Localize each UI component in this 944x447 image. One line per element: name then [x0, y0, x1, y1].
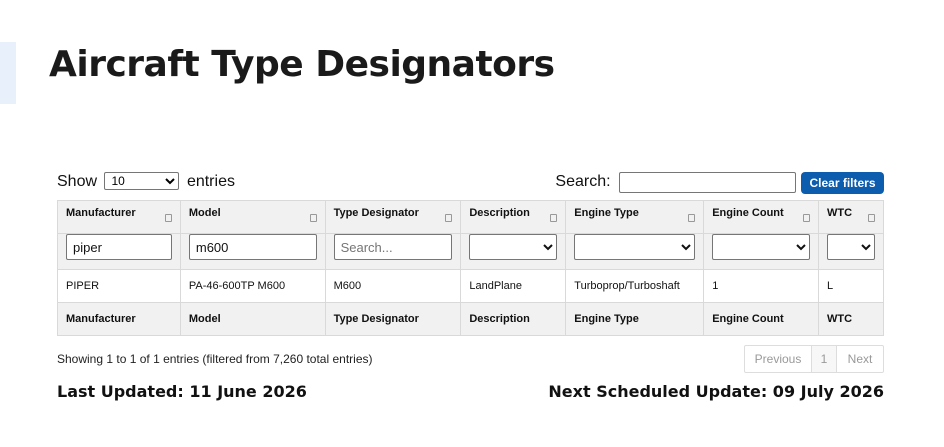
table-info: Showing 1 to 1 of 1 entries (filtered fr… [57, 352, 373, 366]
table-row: PIPER PA-46-600TP M600 M600 LandPlane Tu… [57, 269, 884, 303]
column-header-manufacturer[interactable]: Manufacturer [57, 200, 181, 234]
cell-model: PA-46-600TP M600 [179, 269, 326, 303]
sort-icon [868, 214, 875, 222]
column-header-type-designator[interactable]: Type Designator [324, 200, 462, 234]
page-length-control: Show 10 entries [57, 172, 235, 191]
model-filter-input[interactable] [188, 234, 317, 260]
sort-icon [445, 214, 453, 222]
column-header-model[interactable]: Model [179, 200, 326, 234]
cell-wtc: L [818, 269, 884, 303]
column-header-wtc[interactable]: WTC [818, 200, 884, 234]
next-page-button[interactable]: Next [837, 346, 883, 372]
aircraft-table: Manufacturer Model Type Designator Descr… [57, 200, 884, 336]
footer-description: Description [460, 302, 567, 336]
search-label: Search: [555, 173, 611, 190]
footer-engine-type: Engine Type [565, 302, 705, 336]
footer-wtc: WTC [818, 302, 884, 336]
cell-description: LandPlane [460, 269, 567, 303]
sort-icon [164, 214, 172, 222]
description-filter-select[interactable] [469, 234, 558, 260]
column-header-engine-type[interactable]: Engine Type [565, 200, 705, 234]
sort-icon [803, 214, 810, 222]
entries-label: entries [186, 173, 235, 190]
column-header-description[interactable]: Description [460, 200, 567, 234]
next-scheduled-update: Next Scheduled Update: 09 July 2026 [548, 382, 884, 401]
type-designator-filter-input[interactable] [333, 234, 453, 260]
footer-model: Model [179, 302, 326, 336]
engine-type-filter-select[interactable] [574, 234, 696, 260]
global-search-control: Search: [555, 172, 796, 193]
show-label: Show [57, 173, 98, 190]
footer-row: Manufacturer Model Type Designator Descr… [57, 302, 884, 336]
engine-count-filter-select[interactable] [712, 234, 810, 260]
sort-icon [309, 214, 317, 222]
left-accent-bar [0, 42, 16, 104]
cell-manufacturer: PIPER [57, 269, 181, 303]
wtc-filter-select[interactable] [827, 234, 875, 260]
table-controls: Show 10 entries Search: Clear filters [57, 170, 884, 196]
page-title: Aircraft Type Designators [49, 44, 555, 85]
cell-type-designator: M600 [324, 269, 462, 303]
last-updated: Last Updated: 11 June 2026 [57, 382, 307, 401]
header-row: Manufacturer Model Type Designator Descr… [57, 200, 884, 234]
column-header-engine-count[interactable]: Engine Count [703, 200, 819, 234]
sort-icon [688, 214, 696, 222]
previous-page-button[interactable]: Previous [745, 346, 811, 372]
cell-engine-type: Turboprop/Turboshaft [565, 269, 705, 303]
filter-row [57, 233, 884, 270]
sort-icon [550, 214, 558, 222]
page-1-button[interactable]: 1 [811, 346, 837, 372]
page-length-select[interactable]: 10 [104, 172, 180, 190]
pagination: Previous 1 Next [744, 345, 884, 373]
footer-engine-count: Engine Count [703, 302, 819, 336]
footer-manufacturer: Manufacturer [57, 302, 181, 336]
footer-type-designator: Type Designator [324, 302, 462, 336]
global-search-input[interactable] [619, 172, 796, 193]
cell-engine-count: 1 [703, 269, 819, 303]
clear-filters-button[interactable]: Clear filters [801, 172, 884, 194]
manufacturer-filter-input[interactable] [66, 234, 172, 260]
